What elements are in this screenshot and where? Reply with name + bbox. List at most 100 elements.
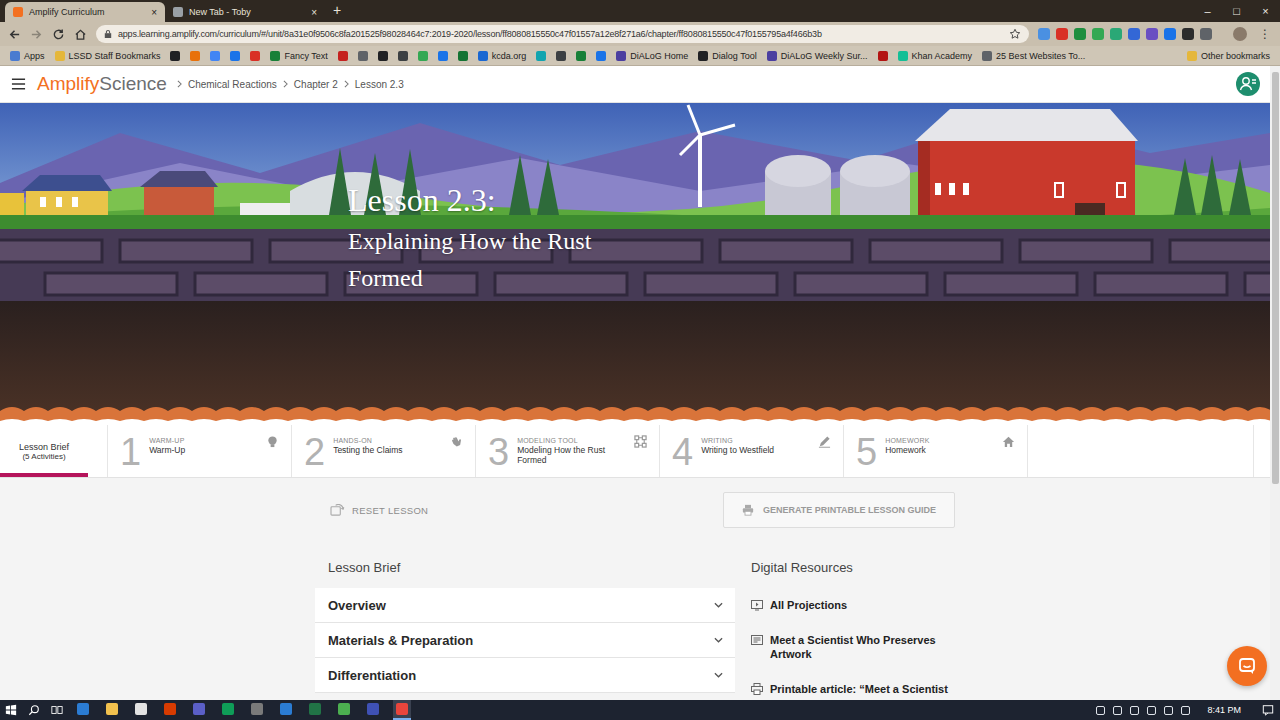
- activity-tab[interactable]: 3MODELING TOOLModeling How the Rust Form…: [476, 425, 660, 477]
- bookmark[interactable]: DiALoG Home: [612, 51, 692, 61]
- bookmark[interactable]: [226, 51, 244, 61]
- bookmark[interactable]: Dialog Tool: [694, 51, 760, 61]
- tray-icon[interactable]: [1113, 706, 1122, 715]
- accordion-section[interactable]: Overview: [315, 588, 735, 623]
- bookmark[interactable]: Apps: [6, 51, 49, 61]
- hamburger-menu-icon[interactable]: [11, 78, 26, 90]
- bookmark[interactable]: [454, 51, 472, 61]
- accordion-section[interactable]: Differentiation: [315, 658, 735, 693]
- extension-icon[interactable]: [1146, 28, 1158, 40]
- window-control-button[interactable]: □: [1222, 0, 1251, 22]
- bookmark[interactable]: [166, 51, 184, 61]
- notification-icon[interactable]: [1262, 704, 1274, 716]
- breadcrumb-item[interactable]: Chapter 2: [294, 79, 338, 90]
- taskbar-app[interactable]: [190, 700, 208, 720]
- taskbar-app[interactable]: [393, 700, 411, 720]
- bookmark[interactable]: [874, 51, 892, 61]
- bookmark[interactable]: [394, 51, 412, 61]
- taskbar-app[interactable]: [277, 700, 295, 720]
- amplify-science-logo[interactable]: AmplifyScience: [37, 73, 167, 95]
- chat-button[interactable]: [1227, 646, 1267, 686]
- scrollbar-thumb[interactable]: [1272, 72, 1279, 484]
- extension-icon[interactable]: [1182, 28, 1194, 40]
- bookmark[interactable]: [206, 51, 224, 61]
- extension-icon[interactable]: [1110, 28, 1122, 40]
- profile-avatar-icon[interactable]: [1233, 27, 1247, 41]
- bookmark[interactable]: LSSD Staff Bookmarks: [51, 51, 165, 61]
- bookmark[interactable]: [374, 51, 392, 61]
- forward-icon[interactable]: [30, 28, 43, 41]
- resource-link[interactable]: All Projections: [751, 598, 955, 612]
- lesson-brief-tab[interactable]: Lesson Brief(5 Activities): [0, 425, 88, 477]
- taskbar-app[interactable]: [335, 700, 353, 720]
- bookmark[interactable]: [246, 51, 264, 61]
- windows-start-icon[interactable]: [5, 704, 17, 716]
- taskbar-app[interactable]: [103, 700, 121, 720]
- taskbar-app[interactable]: [364, 700, 382, 720]
- tray-icon[interactable]: [1181, 706, 1190, 715]
- breadcrumb-item[interactable]: Chemical Reactions: [188, 79, 277, 90]
- window-control-button[interactable]: –: [1193, 0, 1222, 22]
- bookmark[interactable]: [532, 51, 550, 61]
- bookmark[interactable]: [414, 51, 432, 61]
- bookmark[interactable]: Fancy Text: [266, 51, 331, 61]
- taskbar-app[interactable]: [219, 700, 237, 720]
- activity-tab[interactable]: 1WARM-UPWarm-Up: [108, 425, 292, 477]
- bookmark[interactable]: [572, 51, 590, 61]
- tray-icon[interactable]: [1096, 706, 1105, 715]
- address-bar[interactable]: apps.learning.amplify.com/curriculum/#/u…: [96, 25, 1029, 43]
- task-view-icon[interactable]: [51, 704, 63, 716]
- taskbar-app[interactable]: [161, 700, 179, 720]
- reset-icon: [330, 504, 345, 517]
- tab-close-button[interactable]: ×: [151, 7, 157, 18]
- breadcrumb-item[interactable]: Lesson 2.3: [355, 79, 404, 90]
- bookmark-star-icon[interactable]: [1009, 28, 1021, 40]
- bookmark[interactable]: [592, 51, 610, 61]
- resource-link[interactable]: Printable article: “Meet a Scientist: [751, 682, 955, 696]
- bookmark[interactable]: kcda.org: [474, 51, 531, 61]
- tab-close-button[interactable]: ×: [311, 7, 317, 18]
- activity-tab[interactable]: 2HANDS-ONTesting the Claims: [292, 425, 476, 477]
- tray-icon[interactable]: [1164, 706, 1173, 715]
- page-scrollbar[interactable]: [1270, 66, 1280, 700]
- resource-link[interactable]: Meet a Scientist Who Preserves Artwork: [751, 633, 955, 661]
- search-icon[interactable]: [28, 704, 40, 716]
- activity-tab[interactable]: 5HOMEWORKHomework: [844, 425, 1028, 477]
- clock[interactable]: 8:41 PM: [1201, 705, 1247, 715]
- taskbar-app[interactable]: [132, 700, 150, 720]
- browser-viewport: AmplifyScience Chemical Reactions Chapter …: [0, 66, 1280, 700]
- extension-icon[interactable]: [1074, 28, 1086, 40]
- bookmark[interactable]: [552, 51, 570, 61]
- bookmark[interactable]: Khan Academy: [894, 51, 977, 61]
- taskbar-app[interactable]: [248, 700, 266, 720]
- back-icon[interactable]: [8, 28, 21, 41]
- new-tab-button[interactable]: +: [325, 2, 349, 20]
- reset-lesson-button[interactable]: RESET LESSON: [315, 504, 428, 517]
- extension-icon[interactable]: [1128, 28, 1140, 40]
- taskbar-app[interactable]: [74, 700, 92, 720]
- browser-menu-button[interactable]: ⋮: [1256, 27, 1274, 41]
- taskbar-app[interactable]: [306, 700, 324, 720]
- bookmark[interactable]: [434, 51, 452, 61]
- tray-icon[interactable]: [1147, 706, 1156, 715]
- activity-tab[interactable]: 4WRITINGWriting to Westfield: [660, 425, 844, 477]
- extension-icon[interactable]: [1164, 28, 1176, 40]
- extension-icon[interactable]: [1200, 28, 1212, 40]
- extension-icon[interactable]: [1056, 28, 1068, 40]
- bookmark[interactable]: 25 Best Websites To...: [978, 51, 1089, 61]
- accordion-section[interactable]: Materials & Preparation: [315, 623, 735, 658]
- other-bookmarks[interactable]: Other bookmarks: [1183, 51, 1274, 61]
- browser-tab[interactable]: Amplify Curriculum×: [5, 2, 165, 22]
- tray-icon[interactable]: [1130, 706, 1139, 715]
- extension-icon[interactable]: [1092, 28, 1104, 40]
- bookmark[interactable]: [354, 51, 372, 61]
- home-icon[interactable]: [74, 28, 87, 41]
- bookmark[interactable]: DiALoG Weekly Sur...: [763, 51, 872, 61]
- reload-icon[interactable]: [52, 28, 65, 41]
- bookmark[interactable]: [186, 51, 204, 61]
- extension-icon[interactable]: [1038, 28, 1050, 40]
- bookmark[interactable]: [334, 51, 352, 61]
- window-control-button[interactable]: ×: [1251, 0, 1280, 22]
- browser-tab[interactable]: New Tab - Toby×: [165, 2, 325, 22]
- user-avatar-icon[interactable]: [1236, 72, 1260, 96]
